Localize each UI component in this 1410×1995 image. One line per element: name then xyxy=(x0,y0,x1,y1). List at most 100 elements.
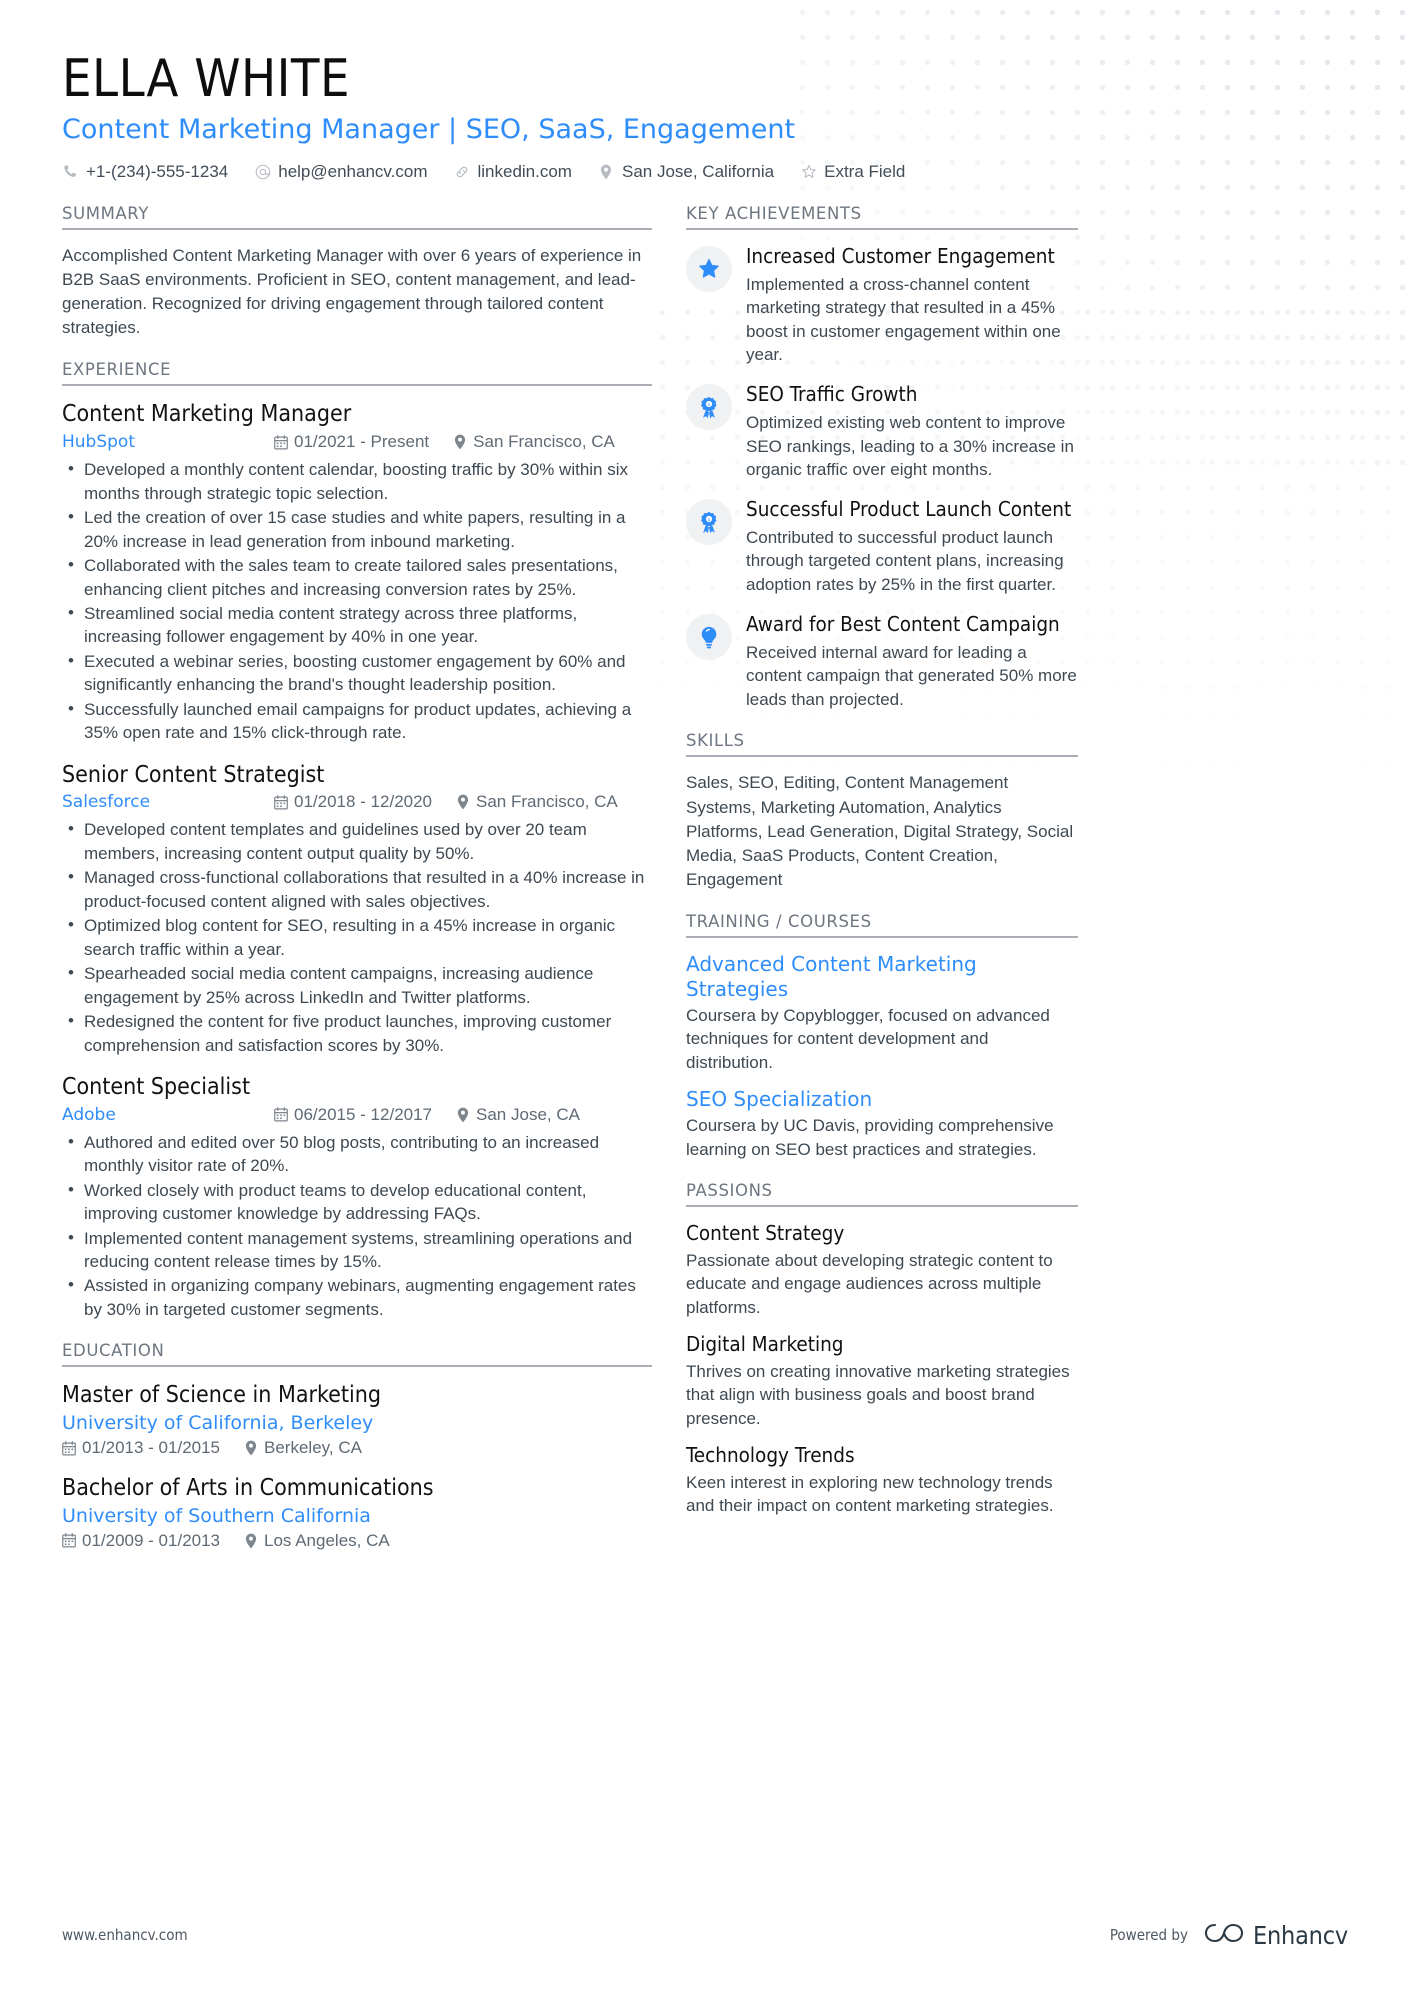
achievement-title: Successful Product Launch Content xyxy=(746,497,1072,522)
section-heading-skills: SKILLS xyxy=(686,731,1078,758)
education-list: Master of Science in Marketing University… xyxy=(62,1381,652,1551)
achievement-item: 1 SEO Traffic Growth Optimized existing we… xyxy=(686,382,1078,481)
job-bullet: Collaborated with the sales team to crea… xyxy=(62,553,652,601)
contact-text: help@enhancv.com xyxy=(278,161,428,181)
job-bullet-list: Developed content templates and guidelin… xyxy=(62,817,652,1057)
achievement-description: Received internal award for leading a co… xyxy=(746,643,1077,709)
education-meta: 01/2013 - 01/2015 Berkeley, CA xyxy=(62,1438,652,1458)
contact-item-0[interactable]: +1-(234)-555-1234 xyxy=(62,162,228,182)
passion-name: Technology Trends xyxy=(686,1443,855,1468)
achievement-badge xyxy=(686,614,732,661)
job-company[interactable]: HubSpot xyxy=(62,432,274,452)
location-pin-icon xyxy=(244,1440,258,1456)
job-dates-text: 01/2021 - Present xyxy=(294,432,430,452)
education-dates-text: 01/2013 - 01/2015 xyxy=(82,1438,221,1458)
education-meta: 01/2009 - 01/2013 Los Angeles, CA xyxy=(62,1531,652,1551)
passion-entry: Technology Trends Keen interest in explor… xyxy=(686,1443,1078,1518)
job-location: San Jose, CA xyxy=(456,1105,580,1125)
award-ribbon-icon: 1 xyxy=(698,511,720,534)
course-description: Coursera by Copyblogger, focused on adva… xyxy=(686,1006,1050,1072)
job-meta: HubSpot 01/2021 - Present San Francisco, C… xyxy=(62,432,652,452)
job-bullet: Optimized blog content for SEO, resultin… xyxy=(62,913,652,961)
resume-columns: SUMMARY Accomplished Content Marketing M… xyxy=(62,204,1352,1571)
contact-item-4[interactable]: Extra Field xyxy=(800,162,905,182)
job-dates-text: 06/2015 - 12/2017 xyxy=(294,1104,433,1124)
job-bullet: Led the creation of over 15 case studies… xyxy=(62,505,652,553)
job-bullet: Developed a monthly content calendar, bo… xyxy=(62,457,652,505)
award-ribbon-icon: 1 xyxy=(698,396,720,419)
achievement-body: Increased Customer Engagement Implemented… xyxy=(746,244,1078,366)
location-pin-icon xyxy=(456,1107,470,1123)
calendar-icon xyxy=(62,1533,76,1548)
job-bullet: Spearheaded social media content campaig… xyxy=(62,961,652,1009)
achievement-item: 1 Successful Product Launch Content Contri… xyxy=(686,497,1078,596)
education-location-text: Berkeley, CA xyxy=(264,1438,362,1458)
achievement-title: Increased Customer Engagement xyxy=(746,243,1055,268)
achievement-title: Award for Best Content Campaign xyxy=(746,612,1060,637)
achievements-list: Increased Customer Engagement Implemented… xyxy=(686,244,1078,711)
star-outline-icon xyxy=(800,163,817,180)
enhancv-wordmark: Enhancv xyxy=(1252,1920,1348,1950)
contact-item-3[interactable]: San Jose, California xyxy=(598,162,774,182)
svg-text:1: 1 xyxy=(708,517,711,523)
achievement-body: Successful Product Launch Content Contrib… xyxy=(746,497,1078,596)
experience-entry: Content Marketing Manager HubSpot 01/2021 … xyxy=(62,400,652,744)
section-heading-education: EDUCATION xyxy=(62,1341,652,1368)
course-description: Coursera by UC Davis, providing comprehe… xyxy=(686,1116,1054,1159)
job-bullet: Executed a webinar series, boosting cust… xyxy=(62,649,652,697)
location-pin-icon xyxy=(453,434,467,450)
education-location: Berkeley, CA xyxy=(244,1438,362,1458)
summary-text: Accomplished Content Marketing Manager w… xyxy=(62,245,642,338)
email-icon xyxy=(254,163,271,180)
section-heading-achievements: KEY ACHIEVEMENTS xyxy=(686,204,1078,230)
course-name[interactable]: Advanced Content Marketing Strategies xyxy=(686,952,1078,1002)
job-bullet-list: Authored and edited over 50 blog posts, … xyxy=(62,1130,652,1322)
section-education: EDUCATION Master of Science in Marketing… xyxy=(62,1341,652,1551)
achievement-badge: 1 xyxy=(686,384,732,431)
passion-name: Digital Marketing xyxy=(686,1332,844,1357)
course-name[interactable]: SEO Specialization xyxy=(686,1087,1078,1112)
experience-list: Content Marketing Manager HubSpot 01/2021 … xyxy=(62,400,652,1321)
education-degree: Master of Science in Marketing xyxy=(62,1382,382,1409)
section-training-courses: TRAINING / COURSES Advanced Content Mark… xyxy=(686,912,1078,1161)
section-passions: PASSIONS Content Strategy Passionate abou… xyxy=(686,1181,1078,1518)
right-column: KEY ACHIEVEMENTS Increased Customer Enga… xyxy=(686,204,1078,1571)
contact-text: San Jose, California xyxy=(621,161,775,181)
job-dates: 01/2021 - Present xyxy=(274,432,429,452)
calendar-icon xyxy=(274,1107,288,1122)
job-bullet: Worked closely with product teams to dev… xyxy=(62,1178,652,1226)
education-location-text: Los Angeles, CA xyxy=(264,1530,390,1550)
achievement-badge: 1 xyxy=(686,499,732,546)
link-icon xyxy=(453,163,470,180)
page-footer: www.enhancv.com Powered by Enhancv xyxy=(0,1875,1410,1995)
education-school[interactable]: University of California, Berkeley xyxy=(62,1412,652,1434)
courses-list: Advanced Content Marketing Strategies Cou… xyxy=(686,952,1078,1161)
education-school[interactable]: University of Southern California xyxy=(62,1505,652,1527)
svg-text:1: 1 xyxy=(708,402,711,408)
passion-entry: Digital Marketing Thrives on creating inn… xyxy=(686,1332,1078,1430)
section-heading-training: TRAINING / COURSES xyxy=(686,912,1078,938)
education-dates: 01/2009 - 01/2013 xyxy=(62,1531,220,1551)
job-company[interactable]: Adobe xyxy=(62,1105,274,1125)
passion-name: Content Strategy xyxy=(686,1221,845,1246)
job-bullet: Developed content templates and guidelin… xyxy=(62,817,652,865)
contact-item-1[interactable]: help@enhancv.com xyxy=(254,162,427,182)
education-entry: Bachelor of Arts in Communications Univer… xyxy=(62,1474,652,1551)
education-dates: 01/2013 - 01/2015 xyxy=(62,1438,220,1458)
achievement-description: Contributed to successful product launch… xyxy=(746,528,1064,594)
job-bullet-list: Developed a monthly content calendar, bo… xyxy=(62,457,652,744)
section-heading-experience: EXPERIENCE xyxy=(62,360,652,387)
section-summary: SUMMARY Accomplished Content Marketing M… xyxy=(62,204,652,341)
experience-entry: Senior Content Strategist Salesforce 01/20… xyxy=(62,761,652,1057)
course-entry: SEO Specialization Coursera by UC Davis, … xyxy=(686,1087,1078,1161)
job-company[interactable]: Salesforce xyxy=(62,792,274,812)
education-entry: Master of Science in Marketing University… xyxy=(62,1381,652,1458)
contact-item-2[interactable]: linkedin.com xyxy=(453,162,572,182)
job-title: Content Specialist xyxy=(62,1073,251,1100)
job-bullet: Redesigned the content for five product … xyxy=(62,1009,652,1057)
footer-website-url[interactable]: www.enhancv.com xyxy=(62,1926,188,1944)
section-heading-passions: PASSIONS xyxy=(686,1181,1078,1208)
education-location: Los Angeles, CA xyxy=(244,1531,390,1551)
candidate-headline: Content Marketing Manager | SEO, SaaS, E… xyxy=(62,113,796,145)
powered-by-label: Powered by xyxy=(1109,1926,1188,1944)
